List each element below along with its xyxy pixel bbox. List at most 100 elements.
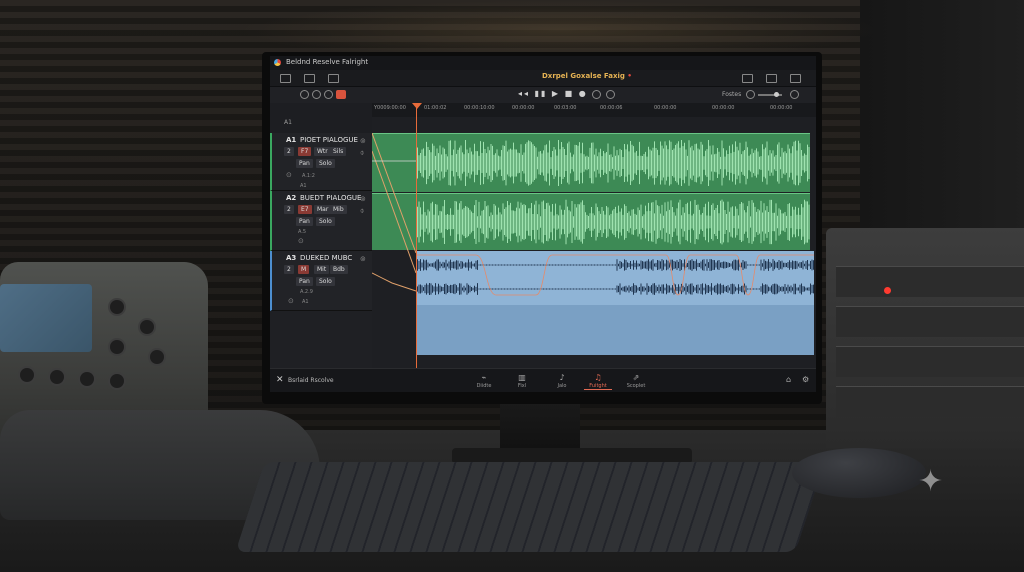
- track-settings-icon[interactable]: ⊙: [298, 237, 304, 245]
- inspector-icon[interactable]: [790, 74, 801, 83]
- link-icon[interactable]: [606, 90, 615, 99]
- resolve-logo-icon: ✕: [276, 375, 284, 385]
- transport-controls[interactable]: ◂◂ ▮▮ ▶ ■ ●: [518, 89, 588, 98]
- project-title: Dxrpel Goxalse Faxig •: [542, 72, 632, 80]
- mute-button[interactable]: Mar: [314, 205, 332, 214]
- page-tab-fairlight[interactable]: ♫ Fuitght: [584, 373, 612, 390]
- deliver-page-icon: ⇗: [632, 373, 640, 382]
- track-menu-icon[interactable]: ⊚: [360, 195, 366, 203]
- mute-button[interactable]: Mit: [314, 265, 330, 274]
- track-name[interactable]: DUEKED MUBC: [300, 254, 352, 262]
- track-name[interactable]: BUEDT PIALOGUE: [300, 194, 361, 202]
- track-id: A2: [286, 194, 297, 202]
- track-settings-icon[interactable]: ⊙: [286, 171, 292, 179]
- ruler-tick: 00:00:00: [770, 105, 793, 111]
- pan-button[interactable]: Pan: [296, 277, 313, 286]
- top-track-label: A1: [284, 119, 292, 126]
- record-arm-button[interactable]: [336, 90, 346, 99]
- track-power-icon[interactable]: ⌽: [360, 207, 364, 216]
- track-sub-label: A1: [302, 299, 309, 305]
- record-arm-button[interactable]: M: [298, 265, 310, 274]
- track-id: A3: [286, 254, 297, 262]
- track-header-a3[interactable]: A3 DUEKED MUBC 2 M Mit Bdb Pan Solo A.2.…: [270, 251, 372, 311]
- ruler-tick: Y0009:00:00: [374, 105, 406, 111]
- track-header-a1[interactable]: A1 PIOET PIALOGUE 2 F7 Wtr Sils Pan Solo…: [270, 133, 372, 191]
- rack-unit: [836, 266, 1024, 297]
- window-title: Beldnd Reselve Falright: [286, 58, 369, 66]
- monitor-stand: [500, 402, 580, 454]
- timeline-ruler[interactable]: Y0009:00:00 01:00:02 00:00:10:00 00:00:0…: [372, 103, 816, 118]
- loop-icon[interactable]: [592, 90, 601, 99]
- meters-icon[interactable]: [766, 74, 777, 83]
- track-meta: A.1:2: [302, 173, 315, 179]
- mute-button[interactable]: Wtr: [314, 147, 331, 156]
- solo-button[interactable]: Sils: [330, 147, 347, 156]
- range-tool-icon[interactable]: [324, 90, 333, 99]
- zoom-slider[interactable]: [758, 92, 782, 97]
- solo-toggle[interactable]: Solo: [316, 217, 335, 226]
- solo-toggle[interactable]: Solo: [316, 277, 335, 286]
- console-knob: [110, 374, 124, 388]
- page-tab-edit[interactable]: ▥ Fixl: [508, 373, 536, 389]
- track-menu-icon[interactable]: ⊚: [360, 255, 366, 263]
- brand-name: Bsrlaid Rscolve: [288, 377, 334, 384]
- solo-button[interactable]: Bdb: [330, 265, 348, 274]
- track-id: A1: [286, 136, 297, 144]
- pan-button[interactable]: Pan: [296, 217, 313, 226]
- track-button[interactable]: 2: [284, 265, 294, 274]
- media-pool-icon[interactable]: [280, 74, 291, 83]
- wall-light: [240, 0, 880, 60]
- track-header-a2[interactable]: A2 BUEDT PIALOGUE 2 E7 Mar Mib Pan Solo …: [270, 191, 372, 251]
- mixer-icon[interactable]: [742, 74, 753, 83]
- settings-gear-icon[interactable]: ⚙: [802, 375, 809, 384]
- sparkle-icon: ✦: [918, 464, 944, 499]
- project-manager-icon[interactable]: ⌂: [786, 375, 791, 384]
- console-knob: [110, 340, 124, 354]
- music-clip-a3-extension[interactable]: [416, 305, 814, 355]
- track-name[interactable]: PIOET PIALOGUE: [300, 136, 358, 144]
- page-tab-deliver[interactable]: ⇗ Scoplet: [622, 373, 650, 389]
- record-arm-button[interactable]: F7: [298, 147, 312, 156]
- track-button[interactable]: 2: [284, 205, 294, 214]
- menu-bar: Dxrpel Goxalse Faxig •: [270, 70, 816, 87]
- page-bar: ✕ Bsrlaid Rscolve ⌁ Diidte ▥ Fixl ♪ Jalo ♫ F…: [270, 368, 816, 392]
- ruler-tick: 00:00:06: [600, 105, 623, 111]
- track-meta: A.5: [298, 229, 307, 235]
- rack-unit: [836, 346, 1024, 377]
- ruler-tick: 00:00:00: [512, 105, 535, 111]
- track-menu-icon[interactable]: ⊚: [360, 137, 366, 145]
- ruler-tick: 00:00:00: [654, 105, 677, 111]
- console-knob: [150, 350, 164, 364]
- ruler-tick: 01:00:02: [424, 105, 447, 111]
- edit-index-icon[interactable]: [304, 74, 315, 83]
- razor-tool-icon[interactable]: [312, 90, 321, 99]
- settings-gear-icon[interactable]: [746, 90, 755, 99]
- page-tab-media[interactable]: ⌁ Diidte: [470, 373, 498, 389]
- playhead-handle[interactable]: [412, 103, 422, 109]
- waveform-a2: [416, 199, 810, 245]
- solo-toggle[interactable]: Solo: [316, 159, 335, 168]
- console-knob: [50, 370, 64, 384]
- dialogue-clip-a1[interactable]: [416, 133, 810, 192]
- timeline-area[interactable]: [372, 117, 816, 368]
- rack-unit: [836, 306, 1024, 337]
- fullscreen-icon[interactable]: [790, 90, 799, 99]
- page-tab-color[interactable]: ♪ Jalo: [548, 373, 576, 389]
- solo-button[interactable]: Mib: [330, 205, 347, 214]
- pan-button[interactable]: Pan: [296, 159, 313, 168]
- console-knob: [140, 320, 154, 334]
- edit-page-icon: ▥: [518, 373, 526, 382]
- sound-library-icon[interactable]: [328, 74, 339, 83]
- console-knob: [80, 372, 94, 386]
- playhead[interactable]: [416, 103, 417, 371]
- record-arm-button[interactable]: E7: [298, 205, 312, 214]
- dialogue-clip-a2[interactable]: [416, 193, 810, 250]
- track-button[interactable]: 2: [284, 147, 294, 156]
- pointer-tool-icon[interactable]: [300, 90, 309, 99]
- track-power-icon[interactable]: ⌽: [360, 149, 364, 158]
- track-header-top: A1: [270, 103, 372, 133]
- resolve-logo-icon: [274, 59, 281, 66]
- music-clip-a3[interactable]: [416, 251, 814, 305]
- track-settings-icon[interactable]: ⊙: [288, 297, 294, 305]
- track-meta: A.2.9: [300, 289, 313, 295]
